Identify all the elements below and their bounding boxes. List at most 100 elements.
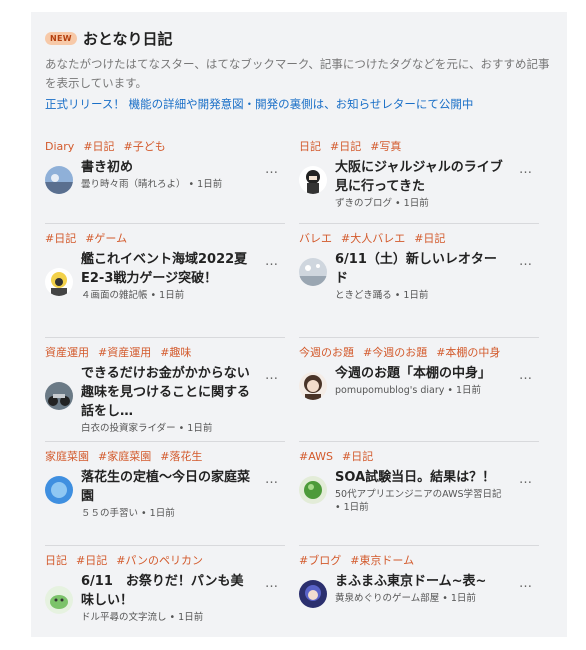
blog-name-link[interactable]: 黄泉めぐりのゲーム部屋	[335, 593, 439, 604]
blog-name-link[interactable]: ずきのブログ	[335, 198, 392, 209]
more-options-icon[interactable]: …	[265, 368, 279, 383]
more-options-icon[interactable]: …	[265, 576, 279, 591]
entry-card: 今週のお題 #今週のお題 #本棚の中身 今週のお題「本棚の中身」 pomupomub…	[299, 338, 539, 442]
avatar[interactable]	[299, 258, 327, 286]
tag-link[interactable]: #趣味	[160, 346, 191, 359]
tag-link[interactable]: #今週のお題	[363, 346, 427, 359]
tag-link[interactable]: #ゲーム	[85, 232, 127, 245]
tag-link[interactable]: 今週のお題	[299, 346, 354, 359]
tag-link[interactable]: 日記	[45, 554, 67, 567]
tag-link[interactable]: 日記	[299, 140, 321, 153]
tag-link[interactable]: #ブログ	[299, 554, 341, 567]
tag-link[interactable]: バレエ	[299, 232, 332, 245]
tag-link[interactable]: #日記	[83, 140, 114, 153]
avatar[interactable]	[299, 476, 327, 504]
entry-title-link[interactable]: 書き初め	[81, 158, 253, 177]
entry-tags: 資産運用 #資産運用 #趣味	[45, 344, 285, 359]
avatar[interactable]	[45, 476, 73, 504]
entry-title-link[interactable]: 落花生の定植〜今日の家庭菜園	[81, 468, 253, 506]
tag-link[interactable]: #日記	[414, 232, 445, 245]
more-options-icon[interactable]: …	[519, 368, 533, 383]
entry-title-link[interactable]: まふまふ東京ドーム~表~	[335, 572, 507, 591]
more-options-icon[interactable]: …	[519, 576, 533, 591]
blog-name-link[interactable]: ドル平尋の文字流し	[81, 612, 167, 623]
entry-tags: Diary #日記 #子ども	[45, 138, 285, 153]
tag-link[interactable]: #日記	[330, 140, 361, 153]
entry-tags: 今週のお題 #今週のお題 #本棚の中身	[299, 344, 539, 359]
entry-title-link[interactable]: 今週のお題「本棚の中身」	[335, 364, 507, 383]
avatar[interactable]	[45, 166, 73, 194]
entry-card: 家庭菜園 #家庭菜園 #落花生 落花生の定植〜今日の家庭菜園 ５５の手習い • 1日…	[45, 442, 285, 546]
avatar[interactable]	[299, 166, 327, 194]
entry-time: 1日前	[187, 423, 213, 434]
entry-title-link[interactable]: SOA試験当日。結果は？！	[335, 468, 507, 487]
entry-time: 1日前	[403, 290, 429, 301]
panel-description: あなたがつけたはてなスター、はてなブックマーク、記事につけたタグなどを元に、おす…	[45, 57, 550, 90]
more-options-icon[interactable]: …	[519, 254, 533, 269]
entry-tags: 日記 #日記 #パンのペリカン	[45, 552, 285, 567]
entry-tags: #ブログ #東京ドーム	[299, 552, 539, 567]
entry-card: #ブログ #東京ドーム まふまふ東京ドーム~表~ 黄泉めぐりのゲーム部屋 • 1日…	[299, 546, 539, 650]
tag-link[interactable]: Diary	[45, 140, 74, 153]
blog-name-link[interactable]: ４画面の雑記帳	[81, 290, 148, 301]
panel-header: NEW おとなり日記	[45, 26, 553, 50]
entry-tags: 家庭菜園 #家庭菜園 #落花生	[45, 448, 285, 463]
new-badge: NEW	[45, 31, 77, 45]
entry-time: 1日前	[403, 198, 429, 209]
tag-link[interactable]: #AWS	[299, 450, 333, 463]
tag-link[interactable]: #東京ドーム	[350, 554, 414, 567]
entry-card: 日記 #日記 #パンのペリカン 6/11 お祭りだ！パンも美味しい！ ドル平尋の文字…	[45, 546, 285, 650]
avatar[interactable]	[45, 382, 73, 410]
blog-name-link[interactable]: 白衣の投資家ライダー	[81, 423, 176, 434]
tag-link[interactable]: #資産運用	[98, 346, 151, 359]
entry-card: #日記 #ゲーム 艦これイベント海域2022夏 E2-3戦力ゲージ突破！ ４画面の…	[45, 224, 285, 338]
tag-link[interactable]: #写真	[370, 140, 401, 153]
more-options-icon[interactable]: …	[265, 254, 279, 269]
tag-link[interactable]: 家庭菜園	[45, 450, 89, 463]
entry-tags: 日記 #日記 #写真	[299, 138, 539, 153]
entry-grid: Diary #日記 #子ども 書き初め 曇り時々雨（晴れろよ） • 1日前 … 日記…	[45, 132, 555, 650]
tag-link[interactable]: #子ども	[124, 140, 166, 153]
avatar[interactable]	[45, 586, 73, 614]
tag-link[interactable]: #日記	[45, 232, 76, 245]
entry-title-link[interactable]: 大阪にジャルジャルのライブ見に行ってきた	[335, 158, 507, 196]
entry-time: 1日前	[450, 593, 476, 604]
entry-title-link[interactable]: 艦これイベント海域2022夏 E2-3戦力ゲージ突破！	[81, 250, 260, 288]
blog-name-link[interactable]: 曇り時々雨（晴れろよ）	[81, 179, 186, 190]
avatar[interactable]	[299, 580, 327, 608]
blog-name-link[interactable]: ５５の手習い	[81, 508, 138, 519]
more-options-icon[interactable]: …	[265, 472, 279, 487]
entry-time: 1日前	[343, 502, 369, 513]
entry-time: 1日前	[197, 179, 223, 190]
entry-tags: #日記 #ゲーム	[45, 230, 285, 245]
entry-tags: #AWS #日記	[299, 448, 539, 463]
entry-title-link[interactable]: できるだけお金がかからない趣味を見つけることに関する話をし…	[81, 364, 253, 421]
more-options-icon[interactable]: …	[519, 472, 533, 487]
tag-link[interactable]: #家庭菜園	[98, 450, 151, 463]
entry-card: #AWS #日記 SOA試験当日。結果は？！ 50代アプリエンジニアのAWS学習日…	[299, 442, 539, 546]
tag-link[interactable]: #日記	[342, 450, 373, 463]
entry-card: バレエ #大人バレエ #日記 6/11（土）新しいレオタード ときどき踊る • 1日…	[299, 224, 539, 338]
entry-card: Diary #日記 #子ども 書き初め 曇り時々雨（晴れろよ） • 1日前 …	[45, 132, 285, 224]
release-notice-link[interactable]: 正式リリース！ 機能の詳細や開発意図・開発の裏側は、お知らせレターにて公開中	[45, 96, 553, 112]
entry-title-link[interactable]: 6/11 お祭りだ！パンも美味しい！	[81, 572, 253, 610]
entry-time: 1日前	[149, 508, 175, 519]
tag-link[interactable]: #落花生	[160, 450, 202, 463]
more-options-icon[interactable]: …	[265, 162, 279, 177]
blog-name-link[interactable]: pomupomublog's diary	[335, 385, 444, 396]
blog-name-link[interactable]: 50代アプリエンジニアのAWS学習日記	[335, 489, 502, 500]
avatar[interactable]	[45, 268, 73, 296]
entry-time: 1日前	[456, 385, 482, 396]
tag-link[interactable]: #大人バレエ	[341, 232, 405, 245]
panel-title: おとなり日記	[82, 29, 173, 48]
more-options-icon[interactable]: …	[519, 162, 533, 177]
blog-name-link[interactable]: ときどき踊る	[335, 290, 392, 301]
entry-time: 1日前	[159, 290, 185, 301]
tag-link[interactable]: #パンのペリカン	[116, 554, 203, 567]
avatar[interactable]	[299, 372, 327, 400]
entry-card: 日記 #日記 #写真 大阪にジャルジャルのライブ見に行ってきた ずきのブログ • 1…	[299, 132, 539, 224]
tag-link[interactable]: #日記	[76, 554, 107, 567]
tag-link[interactable]: #本棚の中身	[436, 346, 500, 359]
tag-link[interactable]: 資産運用	[45, 346, 89, 359]
entry-title-link[interactable]: 6/11（土）新しいレオタード	[335, 250, 507, 288]
